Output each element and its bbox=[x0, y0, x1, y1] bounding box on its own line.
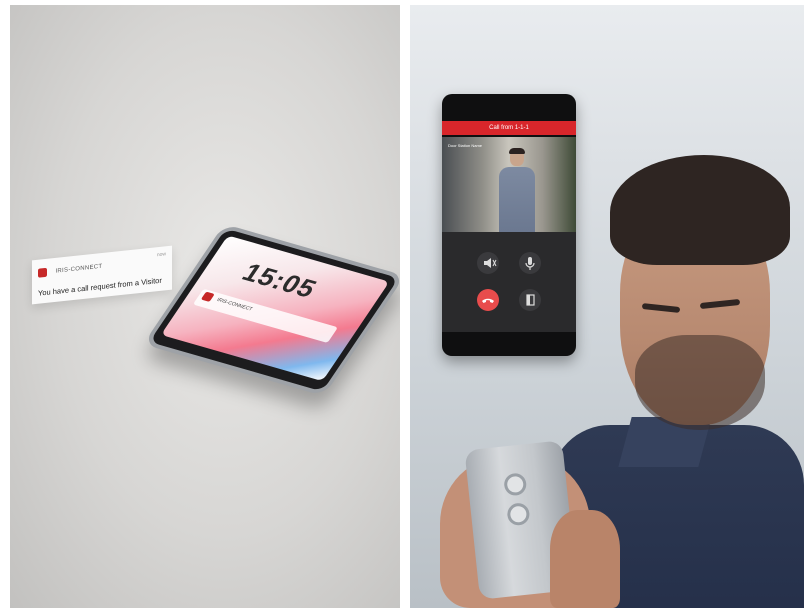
fingerprint-sensor-icon bbox=[506, 502, 531, 527]
notification-app-name: IRIS-CONNECT bbox=[55, 263, 103, 275]
app-logo-icon bbox=[38, 268, 47, 278]
visitor-figure bbox=[499, 148, 535, 232]
right-photo-panel: Call from 1-1-1 Door Station Name bbox=[410, 5, 804, 608]
lockscreen-clock: 15:05 bbox=[236, 257, 324, 304]
video-overlay-text: Door Station Name bbox=[448, 143, 483, 148]
visitor-hair bbox=[509, 148, 525, 154]
phone-lockscreen: 15:05 IRIS-CONNECT bbox=[160, 235, 390, 382]
app-logo-icon bbox=[200, 291, 215, 302]
lying-phone: 15:05 IRIS-CONNECT bbox=[143, 223, 400, 397]
phone-hangup-icon[interactable] bbox=[477, 289, 499, 311]
lockscreen-notification-app: IRIS-CONNECT bbox=[215, 297, 254, 313]
call-header: Call from 1-1-1 bbox=[442, 121, 576, 135]
microphone-icon[interactable] bbox=[519, 252, 541, 274]
camera-lens-icon bbox=[503, 472, 528, 497]
visitor-body bbox=[499, 167, 535, 232]
notification-time: now bbox=[156, 251, 166, 259]
video-call-phone: Call from 1-1-1 Door Station Name bbox=[442, 94, 576, 356]
man-hair bbox=[610, 155, 790, 265]
speaker-mute-icon[interactable] bbox=[477, 252, 499, 274]
man-beard bbox=[635, 335, 765, 430]
call-controls bbox=[442, 232, 576, 332]
notification-message: You have a call request from a Visitor bbox=[38, 275, 162, 298]
lockscreen-notification: IRIS-CONNECT bbox=[192, 288, 339, 344]
left-photo-panel: 15:05 IRIS-CONNECT IRIS-CONNECT now You … bbox=[10, 5, 400, 608]
door-camera-video: Door Station Name bbox=[442, 137, 576, 232]
door-icon[interactable] bbox=[519, 289, 541, 311]
floating-notification: IRIS-CONNECT now You have a call request… bbox=[32, 245, 172, 305]
man-thumb bbox=[550, 510, 620, 608]
